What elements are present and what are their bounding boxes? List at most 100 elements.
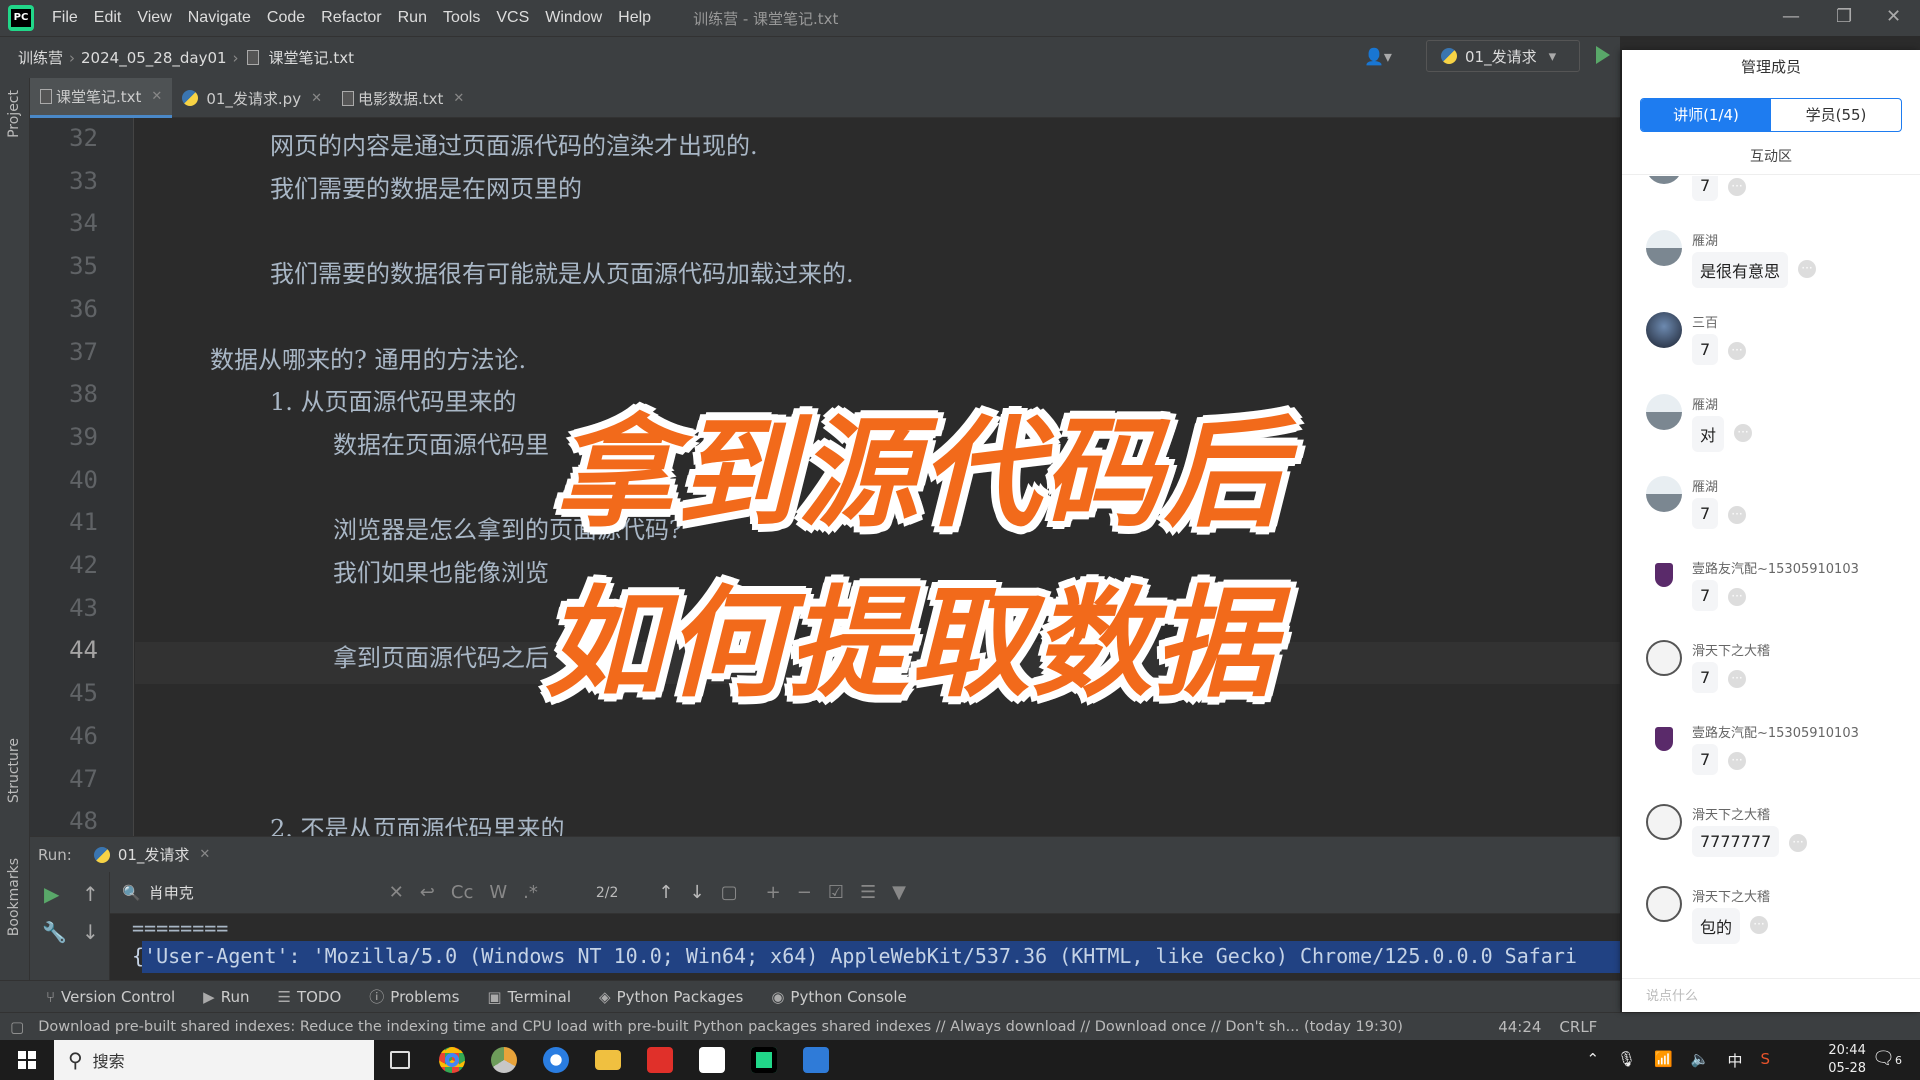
user-icon[interactable]: 👤▾ (1364, 47, 1392, 66)
more-options-icon[interactable]: ··· (1728, 506, 1746, 524)
more-options-icon[interactable]: ··· (1728, 342, 1746, 360)
restore-icon[interactable]: ❐ (1836, 6, 1852, 27)
menu-vcs[interactable]: VCS (488, 9, 537, 27)
avatar[interactable] (1646, 558, 1682, 594)
run-icon[interactable] (1596, 46, 1610, 64)
tab-python-console[interactable]: ◉ Python Console (771, 988, 906, 1006)
menu-code[interactable]: Code (259, 9, 313, 27)
more-options-icon[interactable]: ··· (1750, 916, 1768, 934)
filter-icon[interactable]: ▼ (892, 882, 906, 903)
project-tool-tab[interactable]: Project (6, 90, 22, 138)
rerun-icon[interactable]: ▶ (44, 882, 59, 906)
chat-input[interactable]: 说点什么 (1622, 978, 1920, 1012)
more-options-icon[interactable]: ··· (1728, 670, 1746, 688)
clock[interactable]: 20:44 05-28 (1828, 1042, 1866, 1078)
bookmarks-tool-tab[interactable]: Bookmarks (6, 858, 22, 936)
next-match-icon[interactable]: ↓ (690, 882, 705, 903)
structure-tool-tab[interactable]: Structure (6, 738, 22, 803)
more-options-icon[interactable]: ··· (1728, 178, 1746, 196)
close-tab-icon[interactable]: ✕ (151, 89, 162, 104)
microphone-icon[interactable]: 🎙 (1617, 1050, 1636, 1071)
clear-search-icon[interactable]: ✕ (389, 882, 404, 903)
breadcrumb-file[interactable]: 课堂笔记.txt (263, 47, 360, 68)
avatar[interactable] (1646, 886, 1682, 922)
ime-indicator[interactable]: 中 (1727, 1050, 1742, 1071)
network-icon[interactable]: 📶 (1654, 1050, 1673, 1071)
whole-words-icon[interactable]: W (489, 882, 507, 903)
chrome-dev-icon[interactable] (478, 1040, 530, 1080)
menu-help[interactable]: Help (610, 9, 659, 27)
breadcrumb-project[interactable]: 训练营 (12, 47, 69, 68)
wrench-icon[interactable]: 🔧 (42, 920, 67, 944)
start-button[interactable] (0, 1040, 54, 1080)
menu-refactor[interactable]: Refactor (313, 9, 389, 27)
console-search-input[interactable] (148, 883, 369, 902)
regex-icon[interactable]: .* (523, 882, 538, 903)
arrow-down-icon[interactable]: ↓ (82, 920, 99, 944)
tab-todo[interactable]: ☰ TODO (277, 988, 341, 1006)
close-window-icon[interactable]: ✕ (1886, 6, 1901, 27)
remove-occurrence-icon[interactable]: − (797, 882, 812, 903)
search-options-icon[interactable]: ☰ (860, 882, 876, 903)
pycharm-taskbar-icon[interactable] (738, 1040, 790, 1080)
avatar[interactable] (1646, 394, 1682, 430)
avatar[interactable] (1646, 176, 1682, 184)
volume-icon[interactable]: 🔈 (1691, 1050, 1710, 1071)
wps-icon[interactable] (634, 1040, 686, 1080)
close-tab-icon[interactable]: ✕ (311, 91, 322, 106)
menu-window[interactable]: Window (537, 9, 610, 27)
line-separator[interactable]: CRLF (1559, 1018, 1597, 1036)
tab-version-control[interactable]: ⑂ Version Control (46, 988, 175, 1006)
menu-tools[interactable]: Tools (435, 9, 488, 27)
typora-icon[interactable] (686, 1040, 738, 1080)
avatar[interactable] (1646, 722, 1682, 758)
tab-teachers[interactable]: 讲师(1/4) (1641, 99, 1771, 131)
match-case-icon[interactable]: Cc (451, 882, 473, 903)
add-occurrence-icon[interactable]: + (766, 882, 781, 903)
arrow-up-icon[interactable]: ↑ (82, 882, 99, 906)
browser-icon[interactable] (530, 1040, 582, 1080)
new-line-icon[interactable]: ↩ (420, 882, 435, 903)
avatar[interactable] (1646, 230, 1682, 266)
chat-list[interactable]: 7 ··· 雁湖 是很有意思 ··· 三百 7 ··· 雁湖对 ··· 雁湖 7 ··· 壹路友汽配~15… (1622, 176, 1920, 976)
select-all-icon[interactable]: ▢ (721, 882, 738, 903)
run-config-selector[interactable]: 01_发请求 ▾ (1426, 40, 1580, 72)
menu-run[interactable]: Run (390, 9, 435, 27)
tab-python-packages[interactable]: ◈ Python Packages (599, 988, 743, 1006)
chevron-up-icon[interactable]: ⌃ (1586, 1050, 1599, 1071)
close-tab-icon[interactable]: ✕ (199, 847, 210, 862)
minimize-icon[interactable]: — (1782, 6, 1800, 27)
status-message[interactable]: Download pre-built shared indexes: Reduc… (38, 1019, 1498, 1035)
avatar[interactable] (1646, 640, 1682, 676)
task-view-icon[interactable] (374, 1040, 426, 1080)
notification-icon[interactable]: 🗨6 (1872, 1048, 1902, 1069)
editor-area[interactable] (135, 118, 1620, 836)
menu-file[interactable]: File (44, 9, 86, 27)
tab-run[interactable]: ▶ Run (203, 988, 249, 1006)
avatar[interactable] (1646, 476, 1682, 512)
previous-match-icon[interactable]: ↑ (658, 882, 673, 903)
select-occurrences-icon[interactable]: ☑ (828, 882, 844, 903)
menu-view[interactable]: View (129, 9, 179, 27)
chrome-icon[interactable] (426, 1040, 478, 1080)
caret-position[interactable]: 44:24 (1498, 1018, 1541, 1036)
more-options-icon[interactable]: ··· (1728, 752, 1746, 770)
menu-edit[interactable]: Edit (86, 9, 130, 27)
file-explorer-icon[interactable] (582, 1040, 634, 1080)
tab-students[interactable]: 学员(55) (1771, 99, 1901, 131)
sogou-icon[interactable]: S (1760, 1050, 1770, 1071)
more-options-icon[interactable]: ··· (1789, 834, 1807, 852)
avatar[interactable] (1646, 312, 1682, 348)
more-options-icon[interactable]: ··· (1734, 424, 1752, 442)
tab-notes[interactable]: 课堂笔记.txt ✕ (30, 78, 173, 118)
taskbar-search[interactable]: ⚲ 搜索 (54, 1040, 374, 1080)
tab-movie-data[interactable]: 电影数据.txt ✕ (332, 78, 474, 118)
tab-terminal[interactable]: ▣ Terminal (487, 988, 571, 1006)
more-options-icon[interactable]: ··· (1798, 260, 1816, 278)
tab-send-request[interactable]: 01_发请求.py ✕ (172, 78, 332, 118)
meeting-app-icon[interactable] (790, 1040, 842, 1080)
close-tab-icon[interactable]: ✕ (453, 91, 464, 106)
more-options-icon[interactable]: ··· (1728, 588, 1746, 606)
status-square-icon[interactable]: ▢ (10, 1018, 24, 1036)
breadcrumb-folder[interactable]: 2024_05_28_day01 (75, 49, 233, 67)
